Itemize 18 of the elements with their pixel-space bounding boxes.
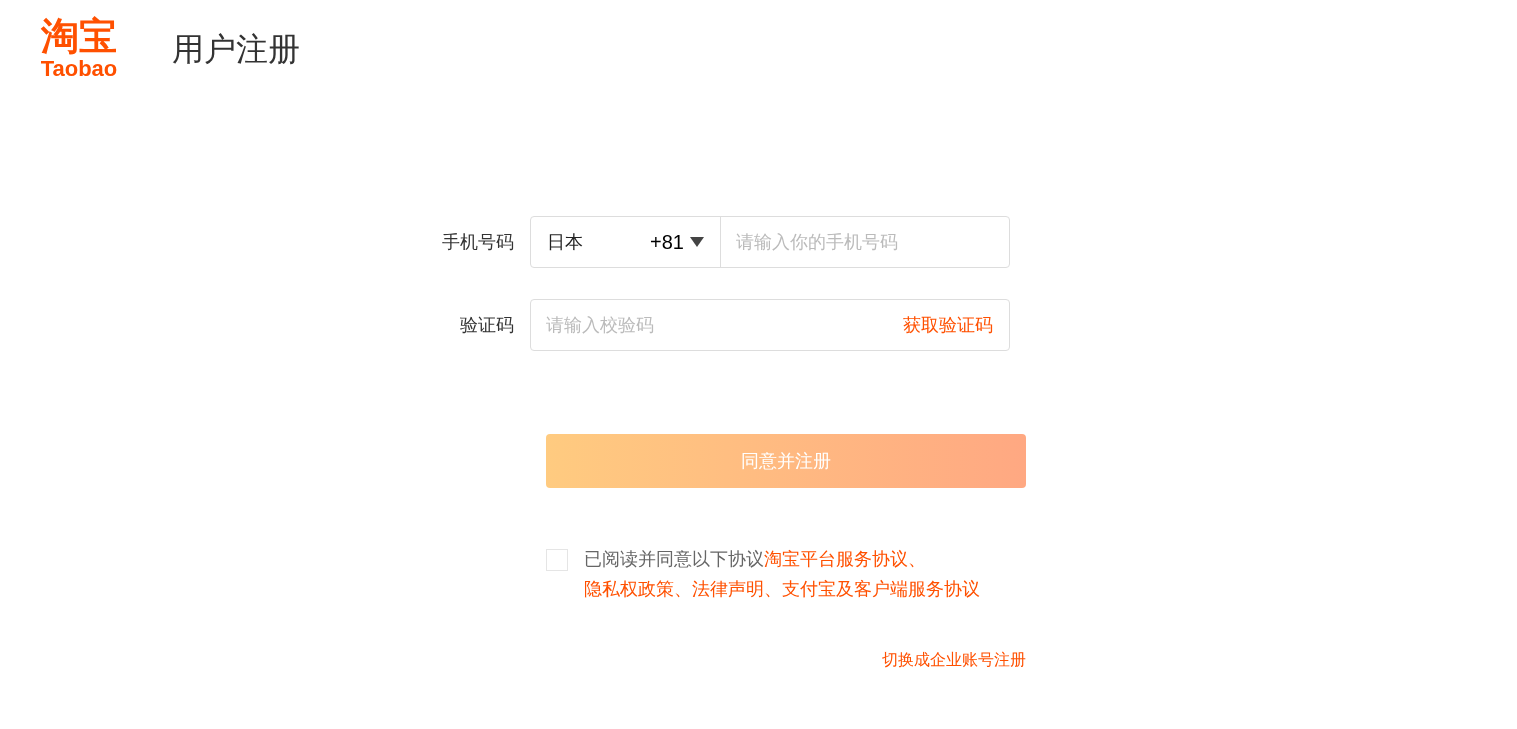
get-code-button[interactable]: 获取验证码 (903, 311, 993, 339)
field-label: 验证码 (459, 313, 515, 337)
field-label: 手机号码 (441, 230, 515, 254)
agreement-link[interactable]: 支付宝及客户端服务协议 (782, 579, 980, 599)
code-field[interactable]: 请输入校验码 获取验证码 (530, 299, 1010, 351)
enterprise-register-link[interactable]: 切换成企业账号注册 (882, 648, 1026, 672)
agreement-link[interactable]: 隐私权政策 (584, 579, 674, 599)
phone-field[interactable]: 日本 +81 请输入你的手机号码 (530, 216, 1010, 268)
country-select[interactable]: 日本 +81 (531, 217, 721, 267)
agree-checkbox[interactable] (546, 549, 568, 571)
caret-icon (690, 237, 704, 247)
logo-subtitle: Taobao (40, 56, 118, 82)
page-title: 用户注册 (172, 30, 300, 69)
phone-input[interactable]: 请输入你的手机号码 (721, 217, 1009, 267)
logo-text: 淘宝 (41, 16, 117, 56)
agreement-text: 已阅读并同意以下协议淘宝平台服务协议、 隐私权政策、法律声明、支付宝及客户端服务协议 (584, 548, 981, 601)
agreement-link[interactable]: 淘宝平台服务协议 (764, 549, 908, 569)
agreement-link[interactable]: 法律声明 (692, 579, 764, 599)
